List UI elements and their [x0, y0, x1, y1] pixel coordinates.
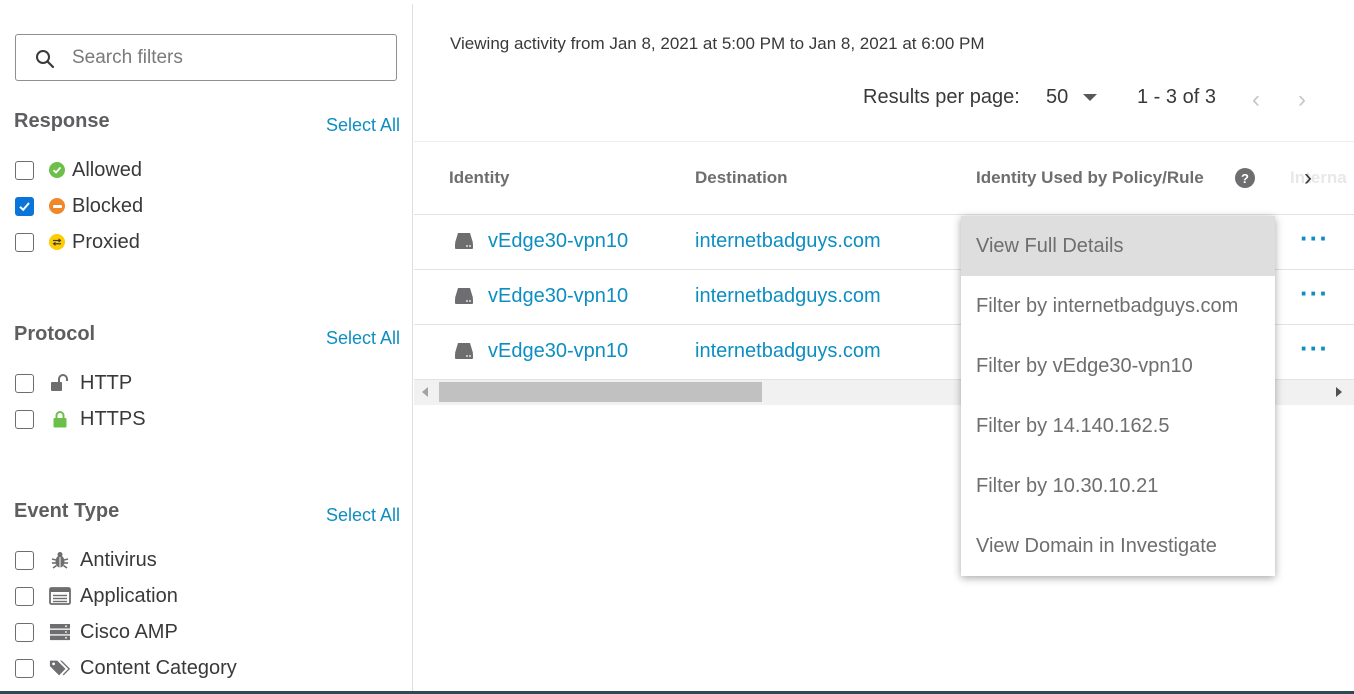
check-circle-icon [49, 162, 65, 178]
column-header-internal: Interna [1290, 168, 1347, 187]
filter-event-antivirus[interactable]: Antivirus [15, 548, 157, 572]
https-checkbox[interactable] [15, 409, 34, 429]
cisco-amp-label: Cisco AMP [80, 620, 178, 643]
filter-response-blocked[interactable]: Blocked [15, 194, 143, 218]
response-select-all-link[interactable]: Select All [326, 115, 400, 136]
scroll-right-arrow-icon[interactable] [1336, 387, 1342, 397]
chevron-down-icon[interactable] [1083, 94, 1097, 101]
destination-link[interactable]: internetbadguys.com [695, 230, 881, 253]
blocked-label: Blocked [72, 194, 144, 217]
filter-event-content-category[interactable]: Content Category [15, 656, 237, 680]
column-header-identity[interactable]: Identity [449, 168, 509, 188]
menu-item-filter-by-destination[interactable]: Filter by internetbadguys.com [961, 276, 1275, 336]
help-icon[interactable]: ? [1235, 168, 1255, 188]
identity-link[interactable]: vEdge30-vpn10 [488, 230, 628, 253]
identity-link[interactable]: vEdge30-vpn10 [488, 340, 628, 363]
column-header-identity-used-by-policy[interactable]: Identity Used by Policy/Rule [976, 168, 1204, 188]
blocked-circle-icon [49, 198, 65, 214]
filter-response-allowed[interactable]: Allowed [15, 158, 142, 182]
scroll-left-arrow-icon[interactable] [422, 387, 428, 397]
response-section-title: Response [14, 110, 110, 132]
destination-link[interactable]: internetbadguys.com [695, 340, 881, 363]
identity-link[interactable]: vEdge30-vpn10 [488, 285, 628, 308]
blocked-checkbox[interactable] [15, 196, 34, 216]
row-context-menu: View Full Details Filter by internetbadg… [961, 216, 1275, 576]
results-per-page-select[interactable]: 50 [1046, 86, 1068, 109]
destination-link[interactable]: internetbadguys.com [695, 285, 881, 308]
antivirus-label: Antivirus [80, 548, 157, 571]
table-header: Identity Destination Identity Used by Po… [414, 141, 1354, 215]
more-actions-button[interactable]: ··· [1300, 333, 1329, 364]
application-icon [49, 586, 71, 606]
filter-event-cisco-amp[interactable]: Cisco AMP [15, 620, 178, 644]
application-checkbox[interactable] [15, 586, 34, 606]
filter-event-application[interactable]: Application [15, 584, 178, 608]
search-filters-input[interactable] [72, 45, 382, 71]
protocol-section-title: Protocol [14, 323, 96, 345]
bug-icon [49, 550, 71, 570]
search-filters-box[interactable] [15, 34, 397, 81]
protocol-select-all-link[interactable]: Select All [326, 328, 400, 349]
network-device-icon [455, 233, 473, 249]
filter-response-proxied[interactable]: Proxied [15, 230, 140, 254]
menu-item-filter-by-internal-ip[interactable]: Filter by 10.30.10.21 [961, 456, 1275, 516]
https-label: HTTPS [80, 407, 146, 430]
scrollbar-thumb[interactable] [439, 382, 762, 402]
server-icon [49, 622, 71, 642]
pagination-range: 1 - 3 of 3 [1137, 86, 1216, 108]
proxied-label: Proxied [72, 230, 140, 253]
network-device-icon [455, 343, 473, 359]
proxied-checkbox[interactable] [15, 232, 34, 252]
menu-item-view-full-details[interactable]: View Full Details [961, 216, 1275, 276]
cisco-amp-checkbox[interactable] [15, 622, 34, 642]
scroll-columns-right-button[interactable]: › [1304, 164, 1312, 192]
next-page-button[interactable]: › [1298, 86, 1306, 114]
allowed-checkbox[interactable] [15, 160, 34, 180]
antivirus-checkbox[interactable] [15, 550, 34, 570]
viewing-activity-text: Viewing activity from Jan 8, 2021 at 5:0… [450, 34, 985, 53]
unlock-icon [49, 373, 71, 393]
http-label: HTTP [80, 371, 133, 394]
results-per-page-label: Results per page: [863, 86, 1020, 108]
application-label: Application [80, 584, 178, 607]
menu-item-view-domain-in-investigate[interactable]: View Domain in Investigate [961, 516, 1275, 576]
event-type-select-all-link[interactable]: Select All [326, 505, 400, 526]
event-type-section-title: Event Type [14, 500, 120, 522]
more-actions-button[interactable]: ··· [1300, 278, 1329, 309]
menu-item-filter-by-identity[interactable]: Filter by vEdge30-vpn10 [961, 336, 1275, 396]
content-category-label: Content Category [80, 656, 237, 679]
sidebar-top-border [0, 0, 413, 4]
lock-icon [49, 409, 71, 429]
filter-sidebar: Response Select All Allowed Blocked Prox… [0, 0, 413, 694]
network-device-icon [455, 288, 473, 304]
http-checkbox[interactable] [15, 373, 34, 393]
tags-icon [49, 658, 71, 678]
proxied-arrows-icon [49, 234, 65, 250]
filter-protocol-https[interactable]: HTTPS [15, 407, 146, 431]
content-category-checkbox[interactable] [15, 658, 34, 678]
more-actions-button[interactable]: ··· [1300, 223, 1329, 254]
column-header-destination[interactable]: Destination [695, 168, 788, 188]
previous-page-button[interactable]: ‹ [1252, 86, 1260, 114]
allowed-label: Allowed [72, 158, 143, 181]
search-icon [36, 50, 55, 69]
menu-item-filter-by-external-ip[interactable]: Filter by 14.140.162.5 [961, 396, 1275, 456]
filter-protocol-http[interactable]: HTTP [15, 371, 132, 395]
